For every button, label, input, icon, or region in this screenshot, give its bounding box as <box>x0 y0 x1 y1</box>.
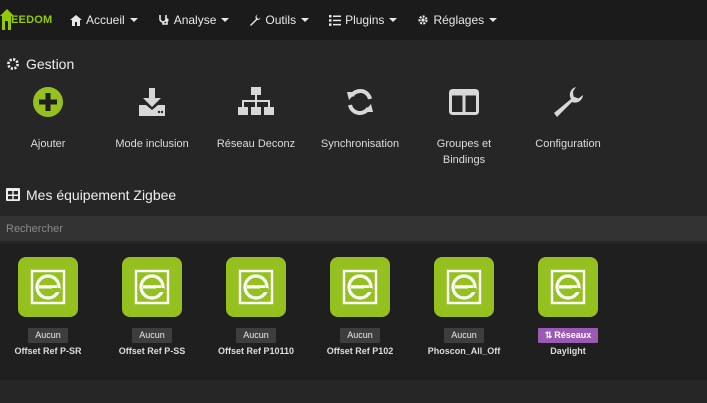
gestion-deconz-button[interactable]: Réseau Deconz <box>206 84 306 152</box>
table-icon <box>6 188 20 202</box>
wrench-icon <box>518 84 618 120</box>
zigbee-device-icon <box>122 257 182 317</box>
equipment-name: Daylight <box>550 346 586 356</box>
nav-plugins-label: Plugins <box>345 13 385 27</box>
jeedom-logo[interactable]: EEDOM <box>0 0 58 40</box>
top-navbar: EEDOM Accueil Analyse Outils Plugins Rég <box>0 0 707 40</box>
brand-name: EEDOM <box>11 14 53 26</box>
equipment-list: Aucun Offset Ref P-SR Aucun Offset Ref P… <box>0 244 707 380</box>
equipment-name: Offset Ref P102 <box>326 346 394 356</box>
gestion-inclusion-button[interactable]: Mode inclusion <box>102 84 202 152</box>
zigbee-device-icon <box>330 257 390 317</box>
network-badge: ⇅ Réseaux <box>537 328 599 343</box>
gestion-config-button[interactable]: Configuration <box>518 84 618 152</box>
zigbee-device-icon <box>226 257 286 317</box>
cogs-icon <box>417 14 429 26</box>
gestion-groups-label: Groupes et Bindings <box>436 138 492 166</box>
home-icon <box>70 14 82 26</box>
gestion-add-label: Ajouter <box>30 138 66 150</box>
gestion-sync-label: Synchronisation <box>320 138 400 150</box>
gestion-section-title: Gestion <box>6 56 74 72</box>
equipment-name: Offset Ref P-SR <box>14 346 82 356</box>
sync-icon <box>310 84 410 120</box>
search-input[interactable] <box>0 216 707 241</box>
equipment-name: Offset Ref P10110 <box>217 346 295 356</box>
nav-reglages-label: Réglages <box>433 13 485 27</box>
nav-analyse[interactable]: Analyse <box>148 0 240 40</box>
network-badge-label: Réseaux <box>554 330 592 340</box>
page-footer-strip <box>0 380 707 403</box>
gestion-title: Gestion <box>26 56 75 72</box>
gestion-add-button[interactable]: Ajouter <box>0 84 98 152</box>
gestion-grid: Ajouter Mode inclusion Réseau Deconz Syn… <box>0 84 707 174</box>
plus-circle-icon <box>0 84 98 120</box>
cog-icon <box>6 57 20 71</box>
equipment-card[interactable]: Aucun Offset Ref P-SR <box>0 257 100 356</box>
columns-icon <box>414 84 514 120</box>
gestion-deconz-label: Réseau Deconz <box>216 138 296 150</box>
object-badge: Aucun <box>28 328 68 343</box>
object-badge: Aucun <box>132 328 172 343</box>
gestion-sync-button[interactable]: Synchronisation <box>310 84 410 152</box>
nav-accueil-label: Accueil <box>86 13 125 27</box>
equipment-name: Phoscon_All_Off <box>427 346 501 356</box>
zigbee-device-icon <box>434 257 494 317</box>
download-icon <box>102 84 202 120</box>
gestion-inclusion-label: Mode inclusion <box>115 138 189 150</box>
chevron-down-icon <box>489 18 498 22</box>
chevron-down-icon <box>301 18 310 22</box>
zigbee-device-icon <box>538 257 598 317</box>
chevron-down-icon <box>221 18 230 22</box>
object-badge: Aucun <box>444 328 484 343</box>
gestion-config-label: Configuration <box>535 138 601 150</box>
sitemap-icon <box>206 84 306 120</box>
equipment-card[interactable]: ⇅ Réseaux Daylight <box>516 257 620 356</box>
equipment-card[interactable]: Aucun Offset Ref P102 <box>308 257 412 356</box>
nav-accueil[interactable]: Accueil <box>60 0 148 40</box>
object-badge: Aucun <box>236 328 276 343</box>
nav-outils-label: Outils <box>265 13 297 27</box>
chevron-down-icon <box>389 18 398 22</box>
nav-reglages[interactable]: Réglages <box>407 0 507 40</box>
chevron-down-icon <box>129 18 138 22</box>
equipments-section-title: Mes équipement Zigbee <box>6 187 176 203</box>
nav-outils[interactable]: Outils <box>239 0 319 40</box>
wrench-icon <box>249 14 261 26</box>
stethoscope-icon <box>158 14 170 26</box>
exchange-icon: ⇅ <box>544 330 553 340</box>
equipment-card[interactable]: Aucun Offset Ref P10110 <box>204 257 308 356</box>
equipment-card[interactable]: Aucun Phoscon_All_Off <box>412 257 516 356</box>
zigbee-device-icon <box>18 257 78 317</box>
tasks-icon <box>329 14 342 26</box>
nav-plugins[interactable]: Plugins <box>319 0 407 40</box>
equipment-card[interactable]: Aucun Offset Ref P-SS <box>100 257 204 356</box>
gestion-groups-button[interactable]: Groupes et Bindings <box>414 84 514 168</box>
equipments-title: Mes équipement Zigbee <box>26 187 177 203</box>
object-badge: Aucun <box>340 328 380 343</box>
nav-analyse-label: Analyse <box>173 13 217 27</box>
equipment-name: Offset Ref P-SS <box>118 346 186 356</box>
